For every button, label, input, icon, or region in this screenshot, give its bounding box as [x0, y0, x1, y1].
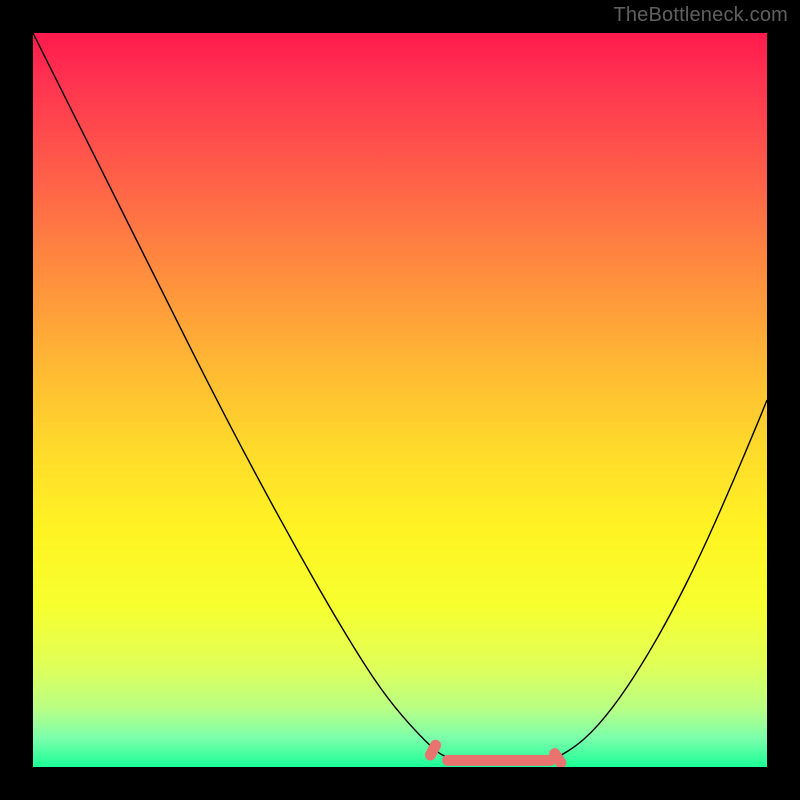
bottleneck-curve — [33, 33, 767, 763]
curve-group — [33, 33, 767, 763]
highlight-dot — [430, 745, 435, 755]
chart-frame: TheBottleneck.com — [0, 0, 800, 800]
highlight-group — [430, 745, 560, 762]
watermark-text: TheBottleneck.com — [613, 4, 788, 27]
chart-svg — [33, 33, 767, 767]
highlight-dot — [555, 754, 561, 763]
plot-area — [33, 33, 767, 767]
